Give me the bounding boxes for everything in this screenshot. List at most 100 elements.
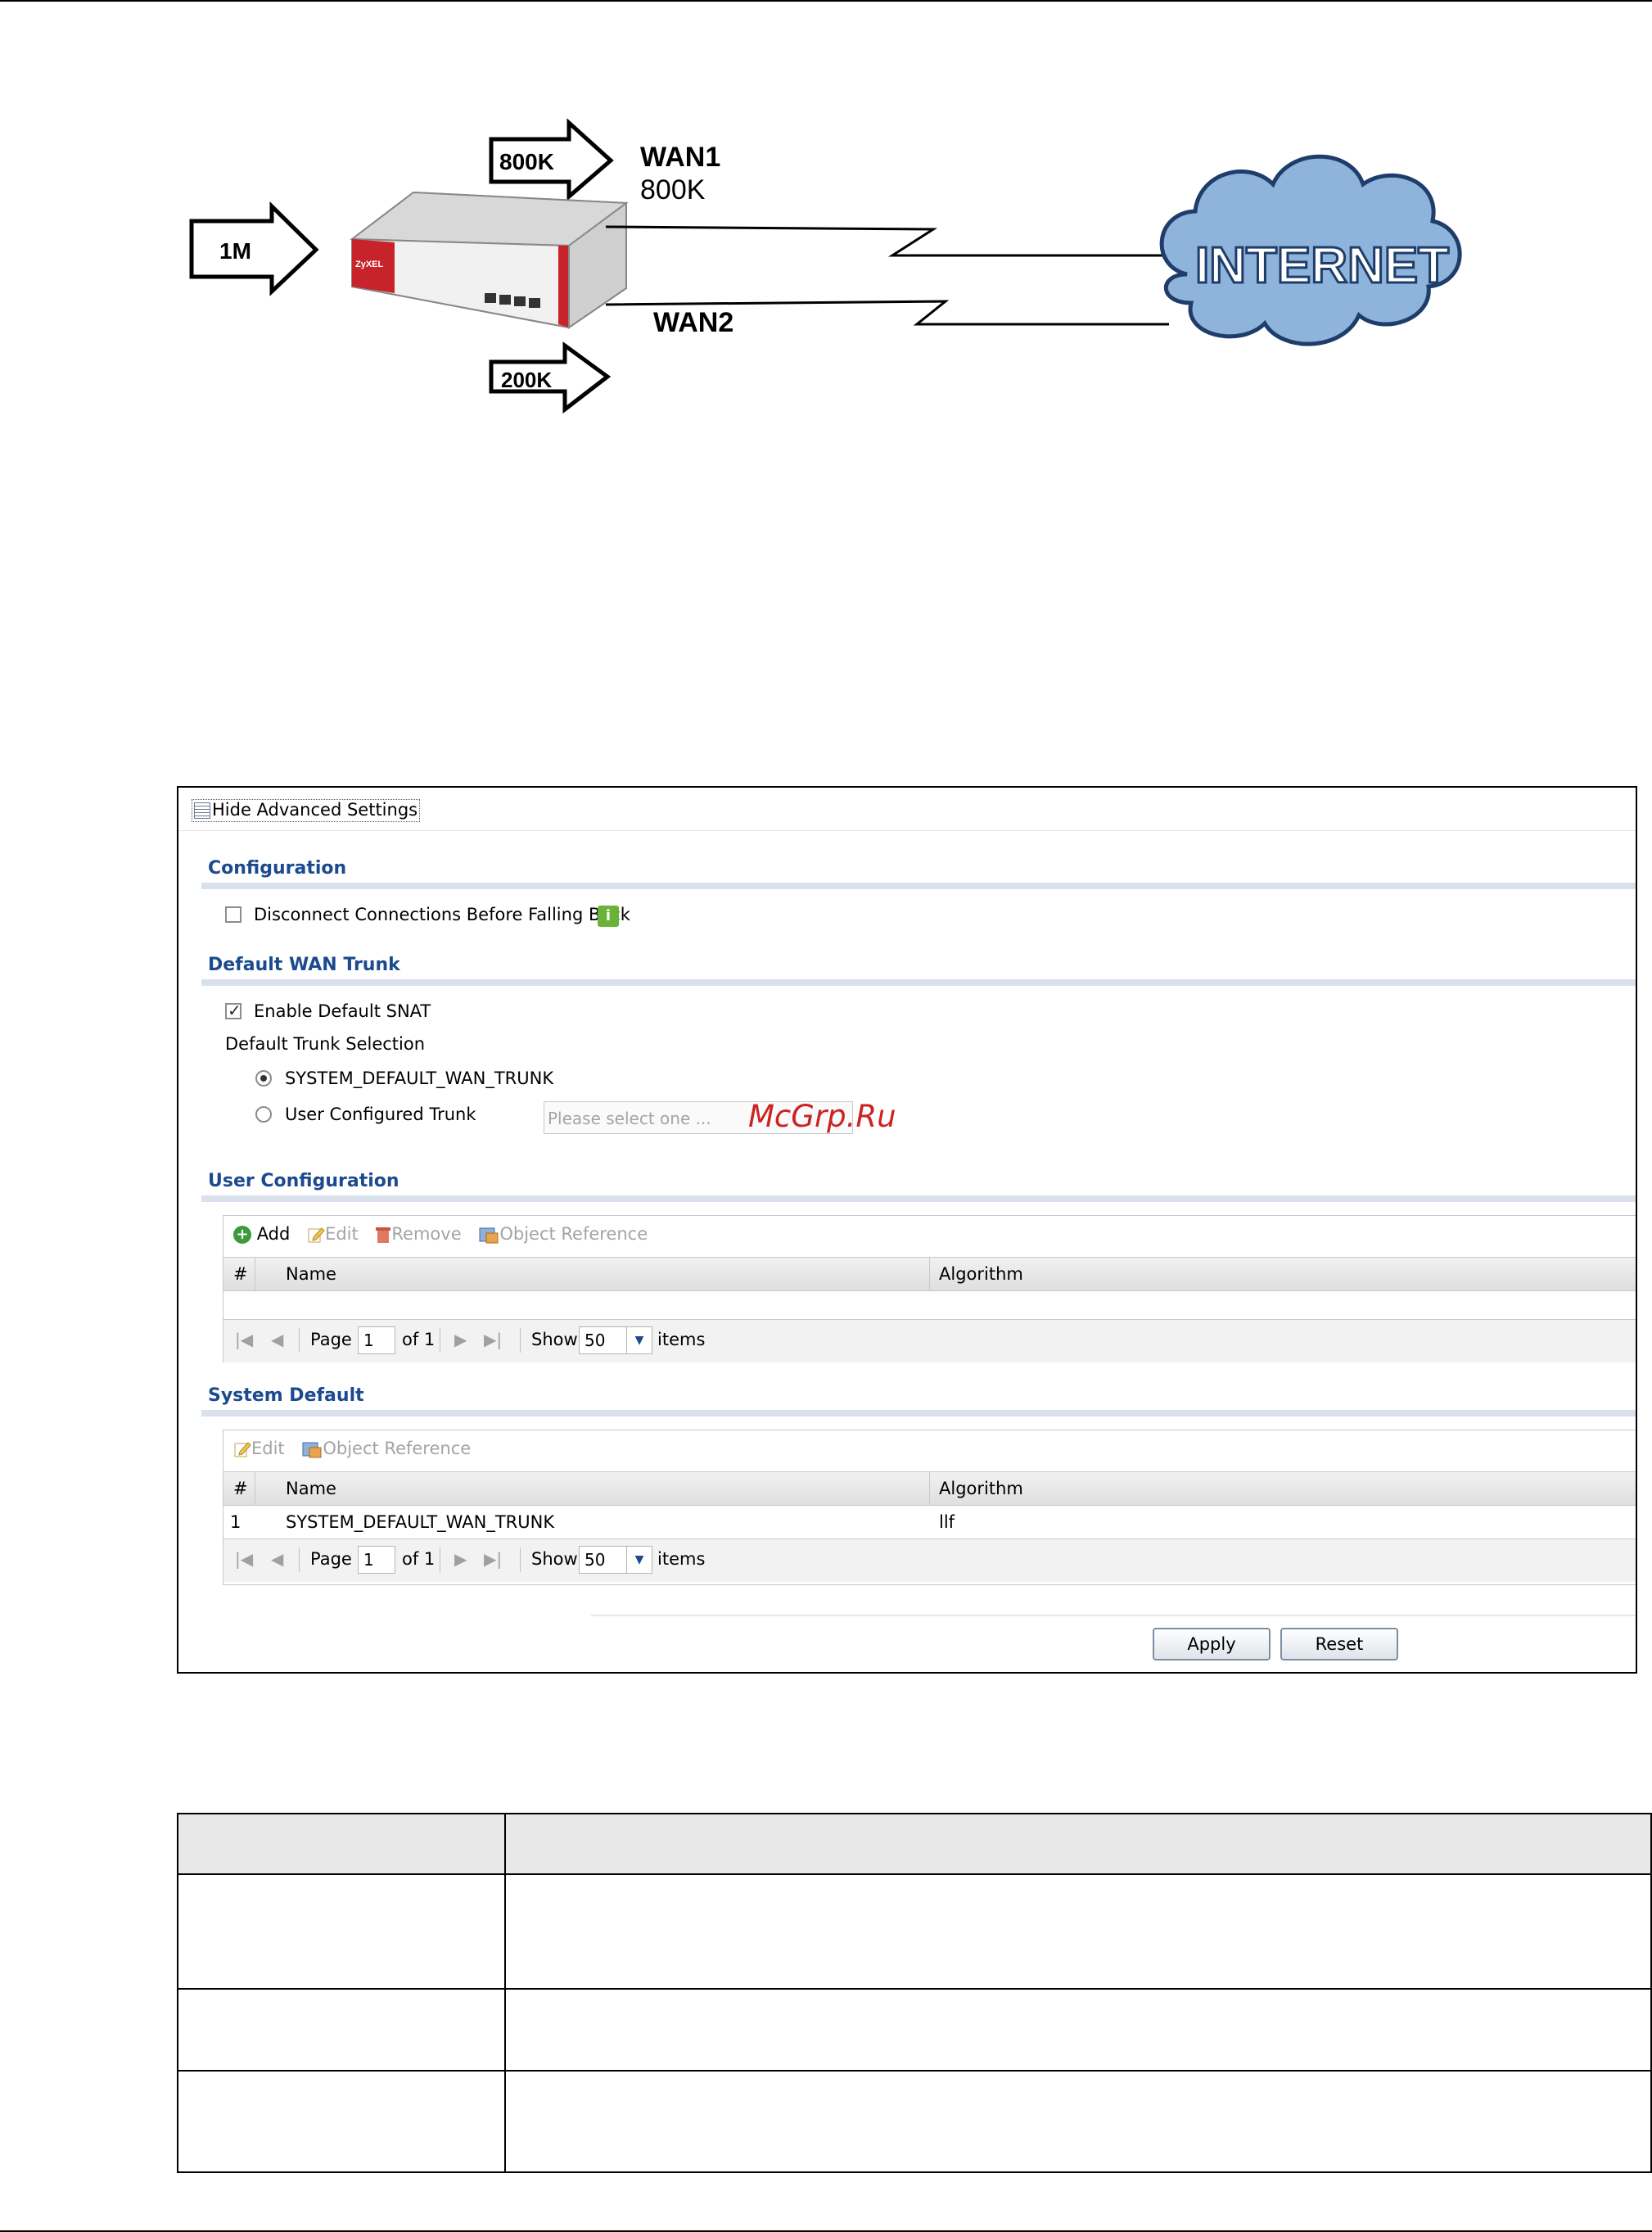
object-reference-icon <box>302 1442 322 1458</box>
prev-page-button[interactable]: ◀ <box>271 1330 283 1349</box>
internet-label: INTERNET <box>1195 237 1449 294</box>
radio-system-default-trunk-label: SYSTEM_DEFAULT_WAN_TRUNK <box>285 1069 554 1088</box>
page-size-select[interactable]: 50 ▼ <box>579 1326 652 1354</box>
edit-icon <box>308 1227 325 1243</box>
next-page-button[interactable]: ▶ <box>454 1330 467 1349</box>
top-rule <box>0 0 1652 2</box>
edit-button[interactable]: Edit <box>307 1224 359 1244</box>
default-trunk-selection-label: Default Trunk Selection <box>225 1034 426 1054</box>
column-header-index: # <box>233 1264 248 1284</box>
router-device: ZyXEL <box>350 191 629 329</box>
row-algorithm: llf <box>939 1512 955 1532</box>
load-balancing-diagram: 1M 800K 200K ZyXEL WAN1 800K WAN2 INTERN… <box>189 118 1462 414</box>
add-icon: + <box>233 1226 251 1244</box>
enable-default-snat-label: Enable Default SNAT <box>254 1001 431 1021</box>
radio-system-default-trunk[interactable] <box>255 1070 272 1087</box>
page-number-input[interactable]: 1 <box>358 1546 395 1574</box>
row-index: 1 <box>230 1512 241 1532</box>
info-icon[interactable]: i <box>598 906 619 927</box>
watermark: McGrp.Ru <box>748 1099 896 1134</box>
object-reference-button[interactable]: Object Reference <box>478 1224 648 1244</box>
last-page-button[interactable]: ▶| <box>484 1549 502 1569</box>
column-header-algorithm: Algorithm <box>939 1264 1023 1284</box>
add-button[interactable]: + Add <box>233 1224 290 1244</box>
description-table-header <box>178 1814 1650 1875</box>
edit-button[interactable]: Edit <box>233 1439 285 1458</box>
section-underline <box>201 883 1636 889</box>
section-title-system-default: System Default <box>208 1385 364 1406</box>
section-title-configuration: Configuration <box>208 858 347 879</box>
internet-cloud: INTERNET <box>1159 154 1462 346</box>
show-label: Show <box>531 1549 578 1569</box>
trash-icon <box>376 1227 391 1243</box>
trunk-settings-panel: Hide Advanced Settings Configuration Dis… <box>177 786 1637 1674</box>
system-default-toolbar: Edit Object Reference <box>233 1439 471 1458</box>
hide-advanced-settings-toggle[interactable]: Hide Advanced Settings <box>192 799 421 822</box>
page-size-value: 50 <box>585 1550 606 1570</box>
table-row[interactable]: 1 SYSTEM_DEFAULT_WAN_TRUNK llf <box>223 1506 1636 1538</box>
column-header-name: Name <box>286 1264 336 1284</box>
page-label: Page <box>310 1330 352 1349</box>
first-page-button[interactable]: |◀ <box>235 1330 253 1349</box>
first-page-button[interactable]: |◀ <box>235 1549 253 1569</box>
page-count-label: of 1 <box>402 1330 436 1349</box>
page-label: Page <box>310 1549 352 1569</box>
enable-default-snat-checkbox[interactable] <box>225 1001 241 1020</box>
list-icon <box>194 802 210 819</box>
pager-separator <box>299 1547 300 1572</box>
page-count-label: of 1 <box>402 1549 436 1569</box>
wan2-label: WAN2 <box>653 307 733 338</box>
remove-button[interactable]: Remove <box>375 1224 462 1244</box>
column-header-index: # <box>233 1479 248 1498</box>
section-underline <box>201 1195 1636 1202</box>
pager-separator <box>520 1328 521 1353</box>
pagination-bar: |◀ ◀ Page 1 of 1 ▶ ▶| Show 50 ▼ items <box>223 1319 1636 1362</box>
toolbar-divider <box>178 830 1636 831</box>
radio-user-configured-trunk[interactable] <box>255 1106 272 1123</box>
system-default-table: Edit Object Reference # Name Algorithm 1… <box>223 1430 1636 1585</box>
user-trunk-select-placeholder: Please select one ... <box>548 1109 711 1128</box>
section-title-user-configuration: User Configuration <box>208 1171 399 1191</box>
page-number-input[interactable]: 1 <box>358 1326 395 1354</box>
next-page-button[interactable]: ▶ <box>454 1549 467 1569</box>
column-separator <box>929 1472 930 1505</box>
wan1-label: WAN1 <box>640 142 720 173</box>
page-size-select[interactable]: 50 ▼ <box>579 1546 652 1574</box>
hide-advanced-settings-label: Hide Advanced Settings <box>212 800 418 820</box>
wan2-arrow: 200K <box>489 341 612 414</box>
prev-page-button[interactable]: ◀ <box>271 1549 283 1569</box>
radio-user-configured-trunk-label: User Configured Trunk <box>285 1105 476 1124</box>
pagination-bar: |◀ ◀ Page 1 of 1 ▶ ▶| Show 50 ▼ items <box>223 1538 1636 1582</box>
wan2-arrow-label: 200K <box>501 368 552 392</box>
table-header: # Name Algorithm <box>223 1471 1636 1506</box>
chevron-down-icon: ▼ <box>626 1326 652 1354</box>
column-header-algorithm: Algorithm <box>939 1479 1023 1498</box>
column-header-name: Name <box>286 1479 336 1498</box>
items-label: items <box>657 1549 706 1569</box>
show-label: Show <box>531 1330 578 1349</box>
apply-button[interactable]: Apply <box>1153 1628 1271 1660</box>
device-logo: ZyXEL <box>355 260 384 269</box>
last-page-button[interactable]: ▶| <box>484 1330 502 1349</box>
items-label: items <box>657 1330 706 1349</box>
object-reference-icon <box>479 1227 499 1244</box>
table-row <box>178 1990 1650 2072</box>
section-underline <box>201 1410 1636 1416</box>
disconnect-before-fallback-label: Disconnect Connections Before Falling Ba… <box>254 905 630 924</box>
wan1-arrow: 800K <box>489 118 614 201</box>
reset-button[interactable]: Reset <box>1280 1628 1398 1660</box>
description-table <box>177 1813 1652 2173</box>
page-size-value: 50 <box>585 1331 606 1350</box>
footer-divider <box>591 1615 1636 1616</box>
column-divider <box>504 1814 506 2171</box>
user-configuration-table: + Add Edit Remove Object Reference # Nam… <box>223 1215 1636 1362</box>
section-title-default-wan-trunk: Default WAN Trunk <box>208 955 400 975</box>
column-separator <box>929 1258 930 1290</box>
wan1-value: 800K <box>640 174 706 206</box>
object-reference-button[interactable]: Object Reference <box>301 1439 471 1458</box>
section-underline <box>201 979 1636 986</box>
chevron-down-icon: ▼ <box>626 1546 652 1574</box>
input-arrow-label: 1M <box>219 238 251 264</box>
row-name: SYSTEM_DEFAULT_WAN_TRUNK <box>286 1512 555 1532</box>
disconnect-before-fallback-checkbox[interactable] <box>225 906 241 923</box>
